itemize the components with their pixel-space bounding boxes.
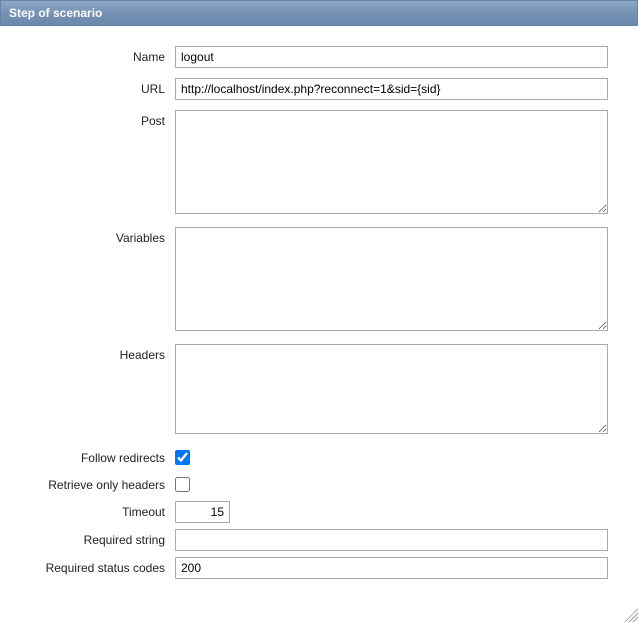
field-variables-wrap	[175, 227, 608, 334]
field-post-wrap	[175, 110, 608, 217]
form-container: Name URL Post Variables Headers Follow r…	[0, 26, 638, 595]
label-variables: Variables	[10, 227, 175, 245]
label-retrieve-only-headers: Retrieve only headers	[10, 474, 175, 492]
row-url: URL	[10, 78, 608, 100]
row-retrieve-only-headers: Retrieve only headers	[10, 474, 608, 495]
row-post: Post	[10, 110, 608, 217]
label-post: Post	[10, 110, 175, 128]
field-url-wrap	[175, 78, 608, 100]
label-timeout: Timeout	[10, 501, 175, 519]
field-retrieve-only-headers-wrap	[175, 474, 608, 495]
field-name-wrap	[175, 46, 608, 68]
field-required-string-wrap	[175, 529, 608, 551]
resize-handle-icon[interactable]	[624, 608, 638, 622]
label-headers: Headers	[10, 344, 175, 362]
retrieve-only-headers-checkbox[interactable]	[175, 477, 190, 492]
row-name: Name	[10, 46, 608, 68]
label-required-status-codes: Required status codes	[10, 557, 175, 575]
label-name: Name	[10, 46, 175, 64]
dialog-header: Step of scenario	[0, 0, 638, 26]
follow-redirects-checkbox[interactable]	[175, 450, 190, 465]
label-url: URL	[10, 78, 175, 96]
label-required-string: Required string	[10, 529, 175, 547]
post-textarea[interactable]	[175, 110, 608, 214]
name-input[interactable]	[175, 46, 608, 68]
headers-textarea[interactable]	[175, 344, 608, 434]
row-headers: Headers	[10, 344, 608, 437]
field-timeout-wrap	[175, 501, 608, 523]
field-headers-wrap	[175, 344, 608, 437]
field-follow-redirects-wrap	[175, 447, 608, 468]
dialog-title: Step of scenario	[9, 6, 102, 20]
label-follow-redirects: Follow redirects	[10, 447, 175, 465]
row-required-string: Required string	[10, 529, 608, 551]
row-timeout: Timeout	[10, 501, 608, 523]
field-required-status-codes-wrap	[175, 557, 608, 579]
required-status-codes-input[interactable]	[175, 557, 608, 579]
required-string-input[interactable]	[175, 529, 608, 551]
timeout-input[interactable]	[175, 501, 230, 523]
row-variables: Variables	[10, 227, 608, 334]
row-required-status-codes: Required status codes	[10, 557, 608, 579]
row-follow-redirects: Follow redirects	[10, 447, 608, 468]
variables-textarea[interactable]	[175, 227, 608, 331]
url-input[interactable]	[175, 78, 608, 100]
